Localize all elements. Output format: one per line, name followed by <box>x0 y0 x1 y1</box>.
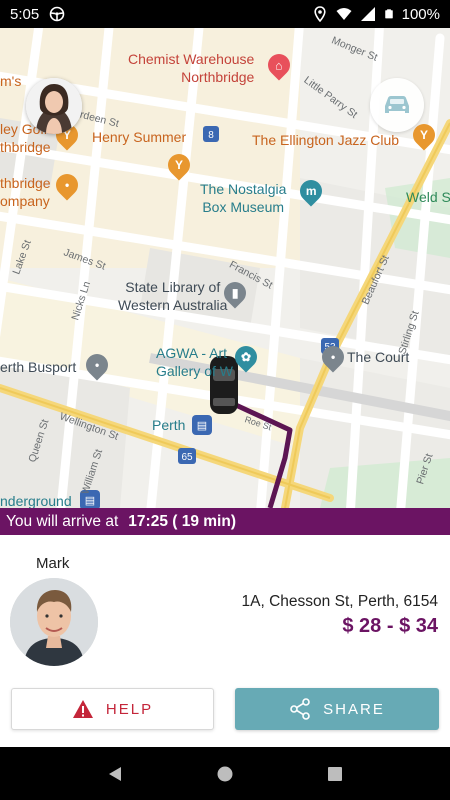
poi-henry-summer[interactable]: Henry Summer <box>92 128 186 146</box>
driver-photo <box>10 578 98 666</box>
poi-state-library[interactable]: State Library of Western Australia <box>118 278 227 314</box>
poi-underground[interactable]: nderground <box>0 492 72 508</box>
recents-button[interactable] <box>315 754 355 794</box>
destination-address: 1A, Chesson St, Perth, 6154 <box>241 593 438 610</box>
share-icon <box>290 698 310 720</box>
driver-name: Mark <box>36 555 70 572</box>
driver-panel: Mark 1A, Chesson St, Perth, 6154 $ 28 - … <box>0 535 450 747</box>
help-label: HELP <box>105 700 154 718</box>
share-button[interactable]: SHARE <box>235 688 439 730</box>
arrival-banner: You will arrive at 17:25 ( 19 min) <box>0 508 450 535</box>
home-button[interactable] <box>205 754 245 794</box>
steering-wheel-icon <box>49 6 65 22</box>
recents-square-icon <box>328 766 342 781</box>
vehicle-button[interactable] <box>370 78 424 132</box>
fare-estimate: $ 28 - $ 34 <box>342 615 438 637</box>
system-nav-bar <box>0 747 450 800</box>
poi-nostalgia-box-museum[interactable]: The Nostalgia Box Museum <box>200 180 286 216</box>
location-icon <box>314 6 326 22</box>
battery-percent: 100% <box>401 5 440 23</box>
status-time: 5:05 <box>10 5 40 23</box>
status-bar: 5:05 100% <box>0 0 450 28</box>
route-badge-8: 8 <box>208 130 214 141</box>
battery-icon <box>384 9 393 19</box>
home-circle-icon <box>217 766 233 781</box>
route-badge-65: 65 <box>181 452 193 463</box>
poi-perth-busport[interactable]: erth Busport <box>0 358 76 376</box>
poi-ms[interactable]: m's <box>0 72 21 90</box>
map-view[interactable]: 8 53 65 Chemist Warehouse Northbridge ⌂ … <box>0 28 450 508</box>
wifi-icon <box>336 8 352 20</box>
train-station-icon[interactable]: ▤ <box>192 415 212 435</box>
poi-weld[interactable]: Weld S <box>406 188 450 206</box>
avatar-female-icon <box>26 78 82 134</box>
poi-brewing-company[interactable]: thbridge ompany <box>0 174 51 210</box>
cell-signal-icon <box>360 7 375 21</box>
back-button[interactable] <box>95 754 135 794</box>
arrival-prefix: You will arrive at <box>6 512 119 530</box>
back-triangle-icon <box>109 766 121 781</box>
poi-agwa[interactable]: AGWA - Art Gallery of W <box>156 344 233 380</box>
car-icon <box>385 96 409 113</box>
poi-ellington-jazz-club[interactable]: The Ellington Jazz Club <box>252 131 399 149</box>
poi-chemist-warehouse[interactable]: Chemist Warehouse Northbridge <box>128 50 254 86</box>
arrival-time: 17:25 ( 19 min) <box>128 512 236 530</box>
poi-perth-station[interactable]: Perth <box>152 416 185 434</box>
avatar-male-icon <box>10 578 98 666</box>
warning-icon <box>72 700 93 718</box>
passenger-avatar[interactable] <box>26 78 82 134</box>
share-label: SHARE <box>323 700 385 718</box>
help-button[interactable]: HELP <box>11 688 214 730</box>
